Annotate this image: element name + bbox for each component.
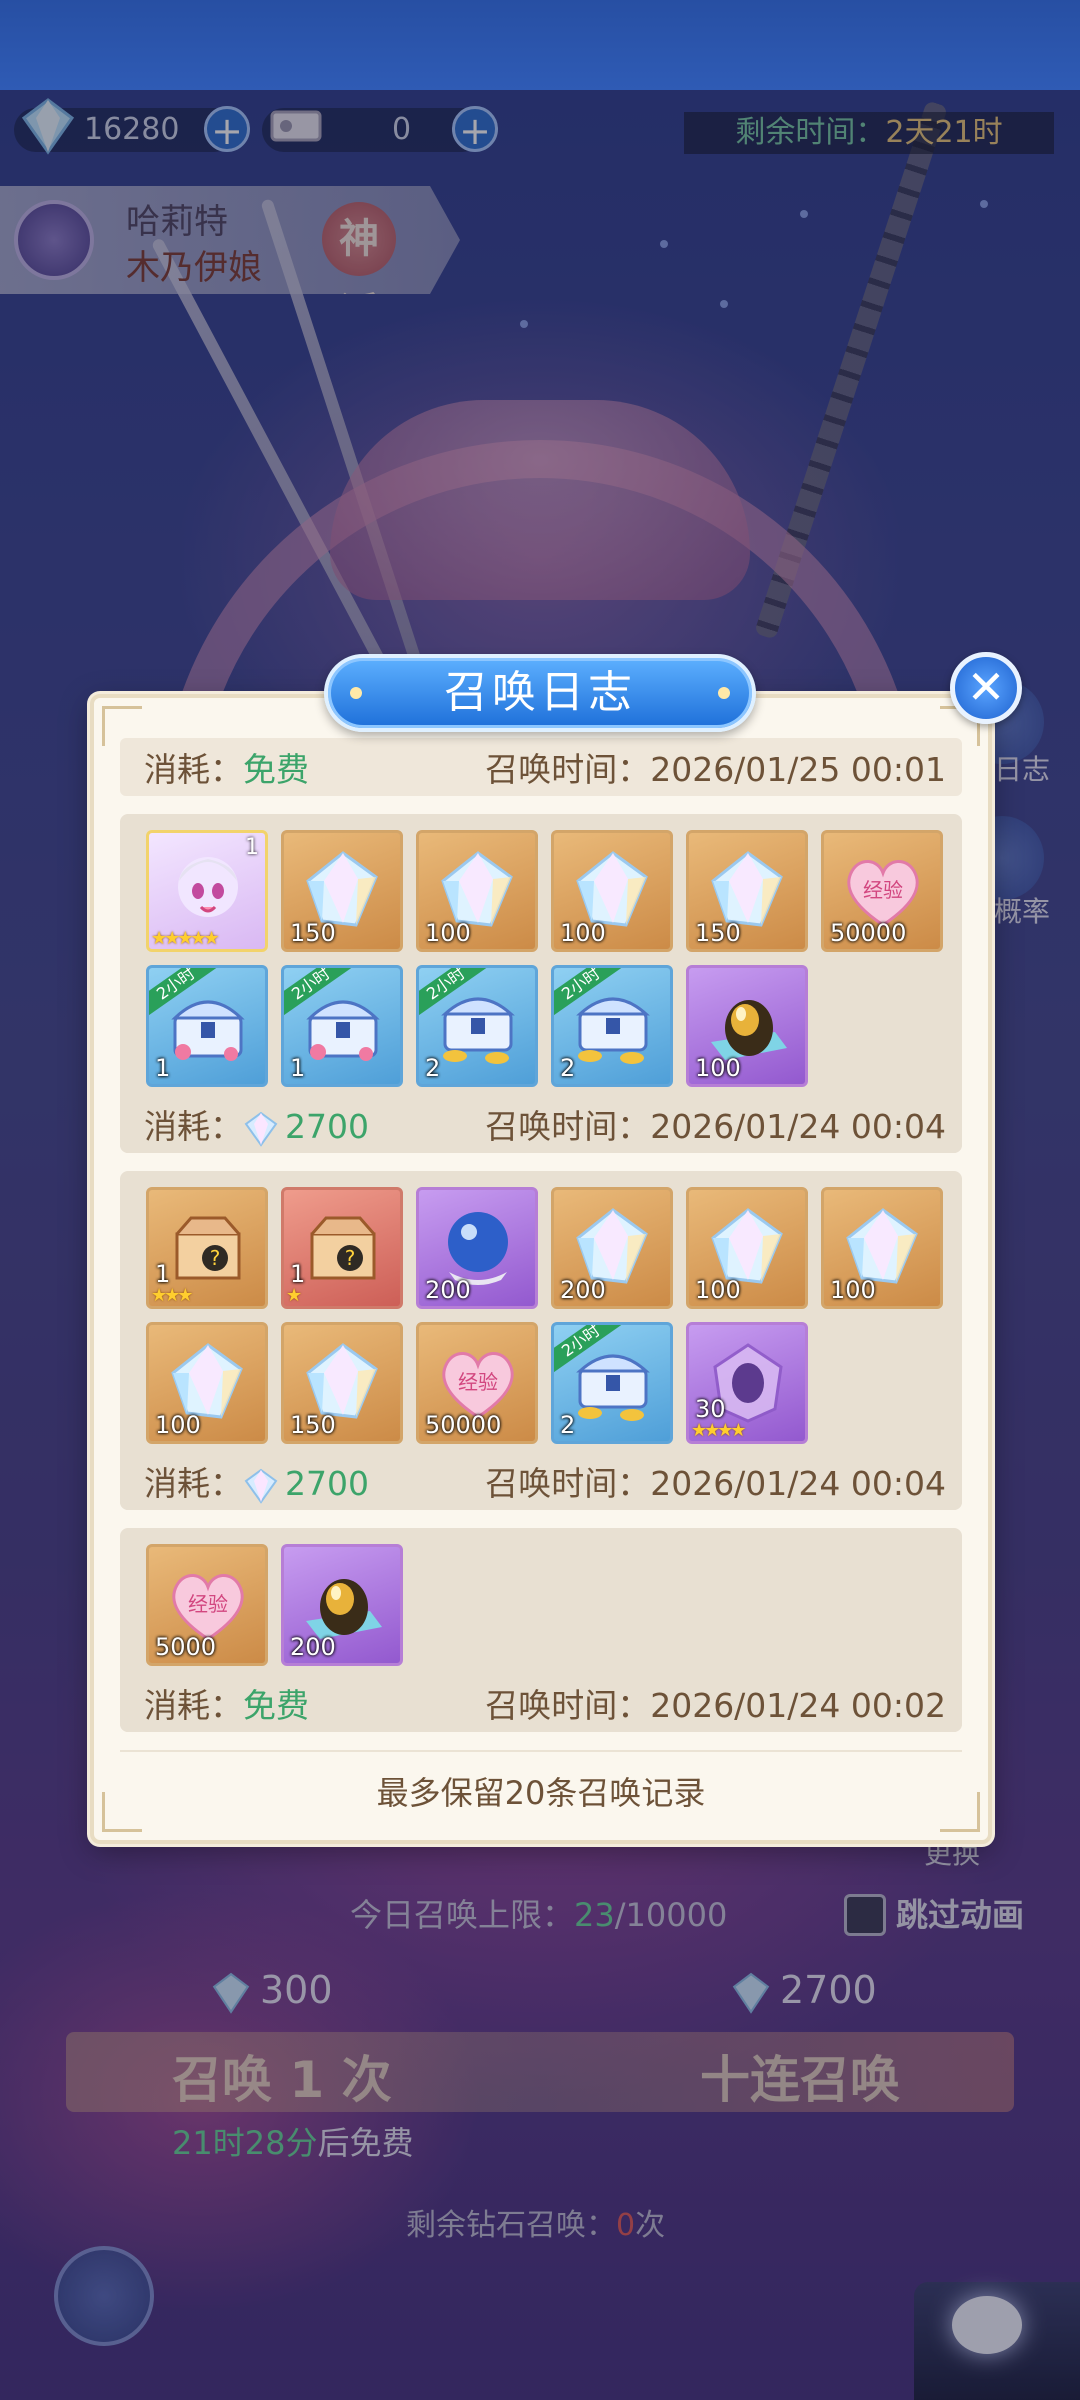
reward-item[interactable]: 经验 5000 (146, 1544, 268, 1666)
reward-item[interactable]: 200 (551, 1187, 673, 1309)
cost-field: 消耗： 2700 (144, 1100, 369, 1148)
reward-quantity: 150 (290, 919, 336, 947)
reward-quantity: 5000 (155, 1633, 217, 1661)
reward-item[interactable]: ★★★★ 30 (686, 1322, 808, 1444)
record-meta: 消耗：免费 召唤时间：2026/01/24 00:02 (120, 1674, 962, 1732)
reward-quantity: 100 (155, 1411, 201, 1439)
reward-item[interactable]: 200 (416, 1187, 538, 1309)
summon-log-dialog: 消耗：免费 召唤时间：2026/01/25 00:01 ★★★★★ 1 150 100 10… (90, 694, 992, 1844)
dialog-divider (120, 1750, 962, 1752)
reward-grid: ? ★★★ 1? ★ 1 200 200 100 100 100 150 经验 50000 2小时 2 ★★★… (120, 1187, 962, 1456)
reward-quantity: 1 (290, 1054, 306, 1082)
reward-quantity: 100 (425, 919, 471, 947)
reward-item[interactable]: ★★★★★ 1 (146, 830, 268, 952)
reward-item[interactable]: 150 (281, 830, 403, 952)
reward-quantity: 2 (560, 1054, 576, 1082)
reward-item[interactable]: 150 (281, 1322, 403, 1444)
cost-label: 消耗： (144, 1107, 243, 1146)
close-icon: ✕ (966, 660, 1006, 714)
reward-item[interactable]: 经验 50000 (821, 830, 943, 952)
cost-value: 2700 (285, 1464, 369, 1503)
reward-item[interactable]: 2小时 2 (416, 965, 538, 1087)
retention-note: 最多保留20条召唤记录 (376, 1774, 706, 1812)
cost-field: 消耗：免费 (144, 743, 309, 791)
reward-item[interactable]: 2小时 1 (146, 965, 268, 1087)
rarity-stars: ★★★ (151, 1285, 193, 1306)
cost-label: 消耗： (144, 750, 243, 789)
record-meta: 消耗：免费 召唤时间：2026/01/25 00:01 (120, 738, 962, 796)
reward-item[interactable]: 100 (551, 830, 673, 952)
cost-label: 消耗： (144, 1686, 243, 1725)
svg-text:经验: 经验 (458, 1370, 498, 1394)
reward-item[interactable]: 100 (416, 830, 538, 952)
reward-item[interactable]: 200 (281, 1544, 403, 1666)
reward-grid: 经验 5000 200 (120, 1544, 962, 1678)
reward-quantity: 30 (695, 1395, 726, 1423)
reward-item[interactable]: ? ★★★ 1 (146, 1187, 268, 1309)
cost-value: 免费 (243, 1686, 309, 1725)
summon-time: 召唤时间：2026/01/24 00:04 (485, 1464, 946, 1503)
reward-item[interactable]: 100 (686, 1187, 808, 1309)
reward-item[interactable]: 100 (146, 1322, 268, 1444)
reward-quantity: 100 (830, 1276, 876, 1304)
reward-quantity: 100 (695, 1054, 741, 1082)
reward-quantity: 2 (560, 1411, 576, 1439)
rarity-stars: ★ (286, 1285, 302, 1306)
svg-text:经验: 经验 (863, 878, 903, 902)
reward-item[interactable]: 2小时 2 (551, 965, 673, 1087)
rarity-stars: ★★★★★ (151, 928, 220, 949)
summon-record-list[interactable]: 消耗：免费 召唤时间：2026/01/25 00:01 ★★★★★ 1 150 100 10… (120, 738, 962, 1732)
reward-quantity: 1 (155, 1054, 171, 1082)
reward-quantity: 200 (560, 1276, 606, 1304)
reward-item[interactable]: 2小时 1 (281, 965, 403, 1087)
summon-record: ★★★★★ 1 150 100 100 150 经验 50000 2小时 1 2小时 1 2小时 2 2小时… (120, 814, 962, 1153)
reward-quantity: 50000 (830, 919, 907, 947)
reward-quantity: 1 (290, 1260, 306, 1288)
reward-quantity: 1 (155, 1260, 171, 1288)
gem-icon (243, 1111, 279, 1147)
svg-text:经验: 经验 (188, 1592, 228, 1616)
reward-quantity: 150 (290, 1411, 336, 1439)
reward-quantity: 100 (560, 919, 606, 947)
close-button[interactable]: ✕ (950, 652, 1022, 724)
summon-time: 召唤时间：2026/01/24 00:04 (485, 1107, 946, 1146)
reward-item[interactable]: 经验 50000 (416, 1322, 538, 1444)
cost-label: 消耗： (144, 1464, 243, 1503)
reward-grid: ★★★★★ 1 150 100 100 150 经验 50000 2小时 1 2小时 1 2小时 2 2小时… (120, 830, 962, 1099)
reward-item[interactable]: 2小时 2 (551, 1322, 673, 1444)
gem-icon (243, 1468, 279, 1504)
reward-quantity: 1 (245, 835, 259, 860)
cost-value: 免费 (243, 750, 309, 789)
cost-value: 2700 (285, 1107, 369, 1146)
record-meta: 消耗： 2700 召唤时间：2026/01/24 00:04 (120, 1452, 962, 1510)
top-banner (0, 0, 1080, 90)
reward-quantity: 100 (695, 1276, 741, 1304)
summon-record: ? ★★★ 1? ★ 1 200 200 100 100 100 150 经验 50000 2小时 2 ★★★… (120, 1171, 962, 1510)
reward-quantity: 200 (425, 1276, 471, 1304)
reward-item[interactable]: ? ★ 1 (281, 1187, 403, 1309)
reward-quantity: 50000 (425, 1411, 502, 1439)
reward-quantity: 150 (695, 919, 741, 947)
summon-time: 召唤时间：2026/01/25 00:01 (485, 750, 946, 789)
reward-item[interactable]: 100 (821, 1187, 943, 1309)
svg-text:?: ? (345, 1246, 356, 1270)
svg-text:?: ? (210, 1246, 221, 1270)
summon-time: 召唤时间：2026/01/24 00:02 (485, 1686, 946, 1725)
reward-item[interactable]: 100 (686, 965, 808, 1087)
summon-record: 经验 5000 200 消耗：免费 召唤时间：2026/01/24 00:02 (120, 1528, 962, 1732)
rarity-stars: ★★★★ (691, 1420, 747, 1441)
cost-field: 消耗： 2700 (144, 1457, 369, 1505)
reward-quantity: 2 (425, 1054, 441, 1082)
record-meta: 消耗： 2700 召唤时间：2026/01/24 00:04 (120, 1095, 962, 1153)
reward-quantity: 200 (290, 1633, 336, 1661)
reward-item[interactable]: 150 (686, 830, 808, 952)
cost-field: 消耗：免费 (144, 1679, 309, 1727)
dialog-title: 召唤日志 (324, 654, 756, 732)
